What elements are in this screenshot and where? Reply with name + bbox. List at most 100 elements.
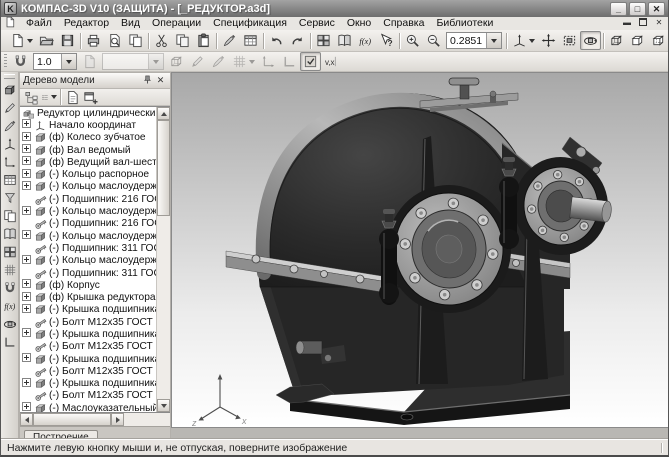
title-bar[interactable]: K КОМПАС-3D V10 (ЗАЩИТА) - [_РЕДУКТОР.a3… [1, 0, 668, 17]
compact-tool-button-9[interactable] [1, 225, 18, 243]
zoom-scale-combo[interactable]: 0.2851 [446, 32, 502, 49]
compact-tool-button-14[interactable] [1, 315, 18, 333]
tree-item[interactable]: (-) Маслоуказательный жезл [20, 402, 157, 412]
expand-icon[interactable] [22, 328, 31, 337]
save-document-button[interactable] [57, 31, 78, 50]
expand-icon[interactable] [22, 119, 31, 128]
tree-structure-button[interactable] [22, 90, 40, 105]
expand-icon[interactable] [22, 292, 31, 301]
tree-item[interactable]: (-) Крышка подшипника глухая [20, 304, 157, 316]
document-minimize-button[interactable]: ▬ [620, 18, 634, 29]
expand-icon[interactable] [22, 206, 31, 215]
menu-окно[interactable]: Окно [341, 17, 377, 29]
tree-composition-button[interactable] [40, 90, 58, 105]
cut-button[interactable] [151, 31, 172, 50]
menu-файл[interactable]: Файл [20, 17, 58, 29]
spreadsheet-button[interactable] [240, 31, 261, 50]
display-hidden-thin-button[interactable] [648, 31, 669, 50]
expand-icon[interactable] [22, 132, 31, 141]
snaps-toggle-button[interactable] [300, 52, 321, 71]
scrollbar-thumb[interactable] [33, 413, 111, 426]
tree-item[interactable]: (ф) Корпус [20, 279, 157, 291]
print-preview-button[interactable] [104, 31, 125, 50]
compact-tool-button-2[interactable] [1, 99, 18, 117]
compact-tool-button-13[interactable]: f(x) [1, 297, 18, 315]
tree-item[interactable]: (-) Подшипник: 311 ГОСТ 8338-75 [20, 267, 157, 279]
tree-item[interactable]: (-) Кольцо маслоудерживающее (1) [20, 230, 157, 242]
scrollbar-thumb[interactable] [157, 120, 170, 216]
scroll-right-icon[interactable] [111, 413, 124, 426]
menu-операции[interactable]: Операции [146, 17, 207, 29]
zoom-to-fit-button[interactable] [559, 31, 580, 50]
current-step-value[interactable]: 1.0 [34, 56, 61, 68]
edit-element-button[interactable] [208, 52, 229, 71]
menu-библиотеки[interactable]: Библиотеки [430, 17, 499, 29]
close-button[interactable]: ✕ [648, 2, 665, 16]
menu-вид[interactable]: Вид [115, 17, 146, 29]
tree-item[interactable]: (-) Подшипник: 216 ГОСТ 8338-75 [20, 218, 157, 230]
dropdown-arrow-icon[interactable] [148, 54, 163, 69]
expand-icon[interactable] [22, 402, 31, 411]
compact-tool-button-1[interactable] [1, 81, 18, 99]
tree-item[interactable]: (ф) Колесо зубчатое [20, 132, 157, 144]
tree-item[interactable]: (-) Кольцо маслоудерживающее (2) [20, 205, 157, 217]
local-cs-button[interactable] [258, 52, 279, 71]
compact-tool-button-15[interactable] [1, 333, 18, 351]
expand-icon[interactable] [22, 255, 31, 264]
copy-button[interactable] [172, 31, 193, 50]
context-help-button[interactable]: ? [376, 31, 397, 50]
expand-icon[interactable] [22, 279, 31, 288]
expand-icon[interactable] [22, 144, 31, 153]
functions-button[interactable]: f(x) [355, 31, 376, 50]
tree-vertical-scrollbar[interactable] [156, 107, 170, 412]
sketch-button[interactable] [187, 52, 208, 71]
additional-window-button[interactable] [81, 90, 99, 105]
compact-tool-button-8[interactable] [1, 207, 18, 225]
document-close-button[interactable]: ✕ [652, 18, 666, 29]
window-layout-button[interactable] [313, 31, 334, 50]
undo-button[interactable] [266, 31, 287, 50]
close-panel-icon[interactable]: ✕ [154, 75, 167, 87]
zoom-in-button[interactable] [402, 31, 423, 50]
compact-tool-button-7[interactable] [1, 189, 18, 207]
menu-редактор[interactable]: Редактор [58, 17, 115, 29]
model-tree-header[interactable]: Дерево модели ✕ [20, 73, 170, 89]
copy-object-button[interactable] [79, 52, 100, 71]
tree-item[interactable]: (-) Крышка подшипника глухая [20, 353, 157, 365]
grid-button[interactable] [229, 52, 258, 71]
pan-view-button[interactable] [538, 31, 559, 50]
tree-item[interactable]: (-) Болт М12х35 ГОСТ 15589-70 [20, 341, 157, 353]
round-off-button[interactable]: v,x [321, 52, 342, 71]
scroll-down-icon[interactable] [157, 399, 170, 412]
expand-icon[interactable] [22, 304, 31, 313]
tree-item[interactable]: (ф) Ведущий вал-шестерня [20, 156, 157, 168]
snap-settings-button[interactable] [10, 52, 31, 71]
tree-item[interactable]: (-) Болт М12х35 ГОСТ 15589-70 [20, 365, 157, 377]
expand-icon[interactable] [22, 156, 31, 165]
expand-icon[interactable] [22, 230, 31, 239]
menu-справка[interactable]: Справка [377, 17, 430, 29]
paste-button[interactable] [193, 31, 214, 50]
minimize-button[interactable]: _ [610, 2, 627, 16]
open-document-button[interactable] [36, 31, 57, 50]
rotate-view-button[interactable] [580, 31, 601, 50]
compact-tool-button-5[interactable] [1, 153, 18, 171]
expand-icon[interactable] [22, 181, 31, 190]
print-button[interactable] [83, 31, 104, 50]
dropdown-arrow-icon[interactable] [61, 54, 76, 69]
tree-item[interactable]: Редуктор цилиндрический (Тел-0, Комп [20, 107, 157, 119]
zoom-out-button[interactable] [423, 31, 444, 50]
display-wireframe-button[interactable] [606, 31, 627, 50]
compact-tool-button-6[interactable] [1, 171, 18, 189]
variables-button[interactable] [334, 31, 355, 50]
document-restore-button[interactable] [636, 18, 650, 29]
tree-item[interactable]: Начало координат [20, 119, 157, 131]
compact-tool-button-4[interactable] [1, 135, 18, 153]
tree-horizontal-scrollbar[interactable] [20, 413, 170, 426]
new-document-button[interactable] [7, 31, 36, 50]
compact-tool-button-11[interactable] [1, 261, 18, 279]
tree-item[interactable]: (-) Крышка подшипника сквозная [20, 328, 157, 340]
ortho-drawing-button[interactable] [279, 52, 300, 71]
tree-item[interactable]: (-) Подшипник: 311 ГОСТ 8338-75 [20, 242, 157, 254]
document-manager-button[interactable] [125, 31, 146, 50]
